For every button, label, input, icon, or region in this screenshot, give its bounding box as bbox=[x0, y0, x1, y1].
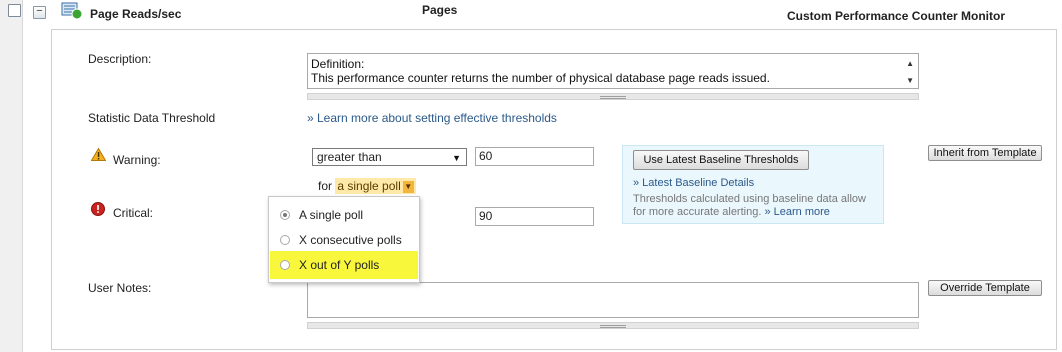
threshold-label: Statistic Data Threshold bbox=[88, 111, 216, 125]
poll-mode-menu: A single poll X consecutive polls X out … bbox=[268, 196, 420, 283]
critical-label: Critical: bbox=[113, 206, 154, 220]
baseline-details-link[interactable]: » Latest Baseline Details bbox=[633, 177, 754, 189]
column-header-monitor-type: Custom Performance Counter Monitor bbox=[787, 9, 1006, 23]
description-label: Description: bbox=[88, 52, 152, 66]
for-prefix: for bbox=[318, 179, 333, 193]
user-notes-textarea[interactable] bbox=[307, 282, 919, 318]
chevron-down-icon: ▼ bbox=[452, 153, 461, 163]
baseline-learn-more-link[interactable]: » Learn more bbox=[764, 206, 829, 218]
user-notes-label: User Notes: bbox=[88, 281, 152, 295]
warning-operator-select[interactable]: greater than ▼ bbox=[312, 148, 467, 166]
warning-label: Warning: bbox=[113, 153, 161, 167]
baseline-note: Thresholds calculated using baseline dat… bbox=[633, 193, 866, 218]
scroll-up-icon[interactable]: ▲ bbox=[906, 57, 914, 71]
critical-value-input[interactable]: 90 bbox=[475, 207, 594, 226]
description-resize-handle[interactable] bbox=[307, 93, 919, 100]
option-label: X out of Y polls bbox=[299, 258, 380, 272]
column-header-pages: Pages bbox=[422, 3, 458, 17]
override-template-button[interactable]: Override Template bbox=[928, 280, 1042, 296]
use-baseline-thresholds-button[interactable]: Use Latest Baseline Thresholds bbox=[633, 150, 809, 170]
row-select-checkbox[interactable] bbox=[8, 4, 21, 17]
option-label: X consecutive polls bbox=[299, 233, 402, 247]
radio-button[interactable] bbox=[280, 210, 290, 220]
learn-more-thresholds-link[interactable]: » Learn more about setting effective thr… bbox=[307, 111, 557, 125]
monitor-status-icon bbox=[61, 2, 83, 20]
user-notes-resize-handle[interactable] bbox=[307, 322, 919, 329]
radio-button[interactable] bbox=[280, 260, 290, 270]
warning-value-input[interactable]: 60 bbox=[475, 147, 594, 166]
poll-mode-value: a single poll bbox=[337, 179, 401, 193]
collapse-toggle-button[interactable]: − bbox=[33, 6, 46, 19]
dropdown-arrow-icon[interactable]: ▼ bbox=[402, 180, 414, 193]
baseline-info-box: Use Latest Baseline Thresholds » Latest … bbox=[622, 145, 884, 224]
scroll-down-icon[interactable]: ▼ bbox=[906, 74, 914, 88]
radio-button[interactable] bbox=[280, 235, 290, 245]
left-gutter bbox=[0, 0, 23, 352]
menu-option-single-poll[interactable]: A single poll bbox=[269, 202, 419, 226]
poll-mode-dropdown[interactable]: a single poll ▼ bbox=[335, 178, 416, 194]
menu-option-consecutive-polls[interactable]: X consecutive polls bbox=[269, 227, 419, 251]
menu-option-x-out-of-y[interactable]: X out of Y polls bbox=[270, 251, 418, 279]
warning-for-text: for a single poll ▼ bbox=[318, 178, 416, 194]
description-textarea[interactable]: Definition: This performance counter ret… bbox=[307, 53, 919, 89]
inherit-from-template-button[interactable]: Inherit from Template bbox=[928, 145, 1042, 161]
description-line-2: This performance counter returns the num… bbox=[311, 71, 770, 85]
monitor-title: Page Reads/sec bbox=[90, 7, 182, 21]
option-label: A single poll bbox=[299, 208, 364, 222]
warning-operator-value: greater than bbox=[317, 150, 382, 164]
description-line-1: Definition: bbox=[311, 57, 365, 71]
critical-icon bbox=[91, 202, 105, 216]
baseline-note-text: Thresholds calculated using baseline dat… bbox=[633, 193, 873, 219]
warning-icon bbox=[91, 148, 106, 161]
